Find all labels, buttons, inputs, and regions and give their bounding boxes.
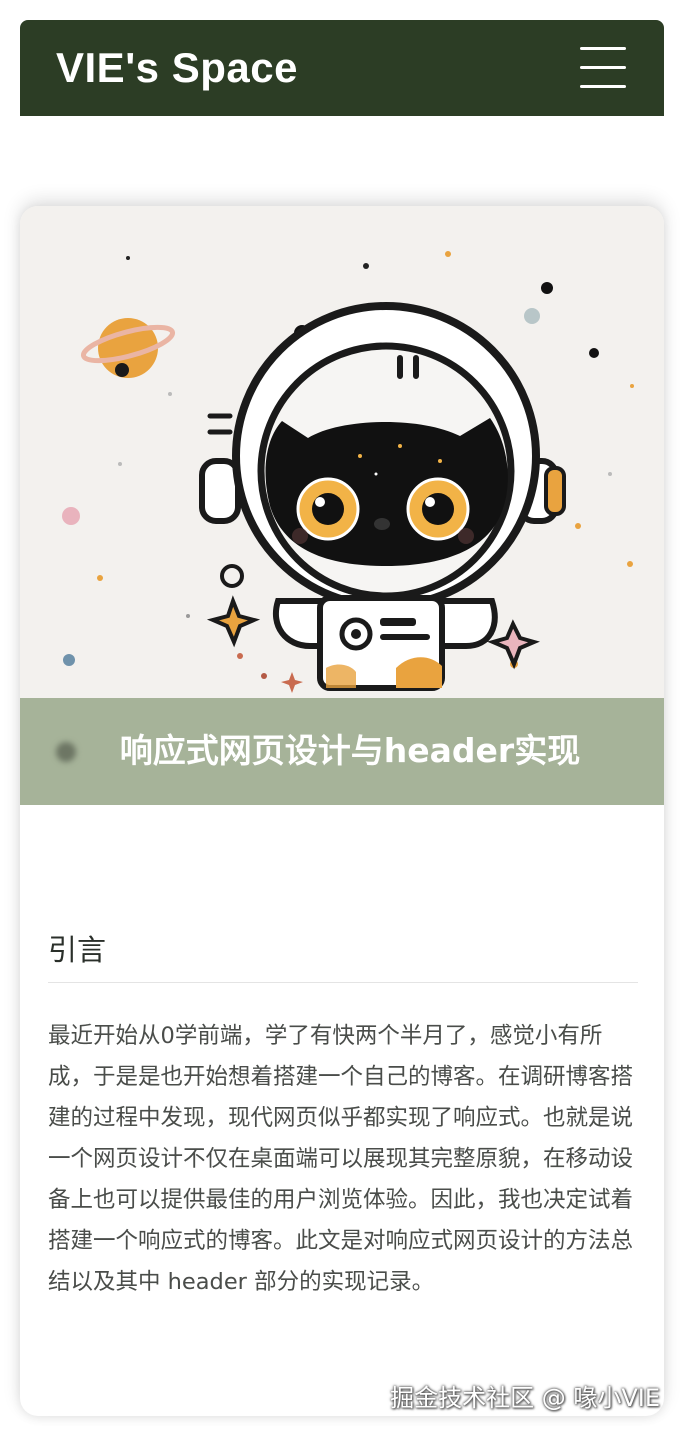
- astronaut-cat-illustration: [20, 206, 664, 698]
- post-title-bar: 响应式网页设计与header实现: [20, 698, 664, 805]
- post-card[interactable]: 响应式网页设计与header实现 引言 最近开始从0学前端，学了有快两个半月了，…: [20, 206, 664, 1416]
- hero-image: [20, 206, 664, 698]
- site-header: VIE's Space: [20, 20, 664, 116]
- black-cat: [265, 418, 508, 566]
- site-brand[interactable]: VIE's Space: [56, 42, 298, 94]
- hamburger-menu-icon[interactable]: [580, 47, 626, 89]
- section-heading: 引言: [48, 933, 107, 967]
- intro-paragraph: 最近开始从0学前端，学了有快两个半月了，感觉小有所成，于是是也开始想着搭建一个自…: [48, 1023, 634, 1295]
- page: VIE's Space 响应式网页设计与header实现 引言 最近开始从0学前…: [0, 0, 684, 1436]
- heading-divider: [48, 982, 638, 983]
- post-title[interactable]: 响应式网页设计与header实现: [20, 728, 664, 774]
- watermark: 掘金技术社区 @ 喙小VIE: [390, 1384, 660, 1412]
